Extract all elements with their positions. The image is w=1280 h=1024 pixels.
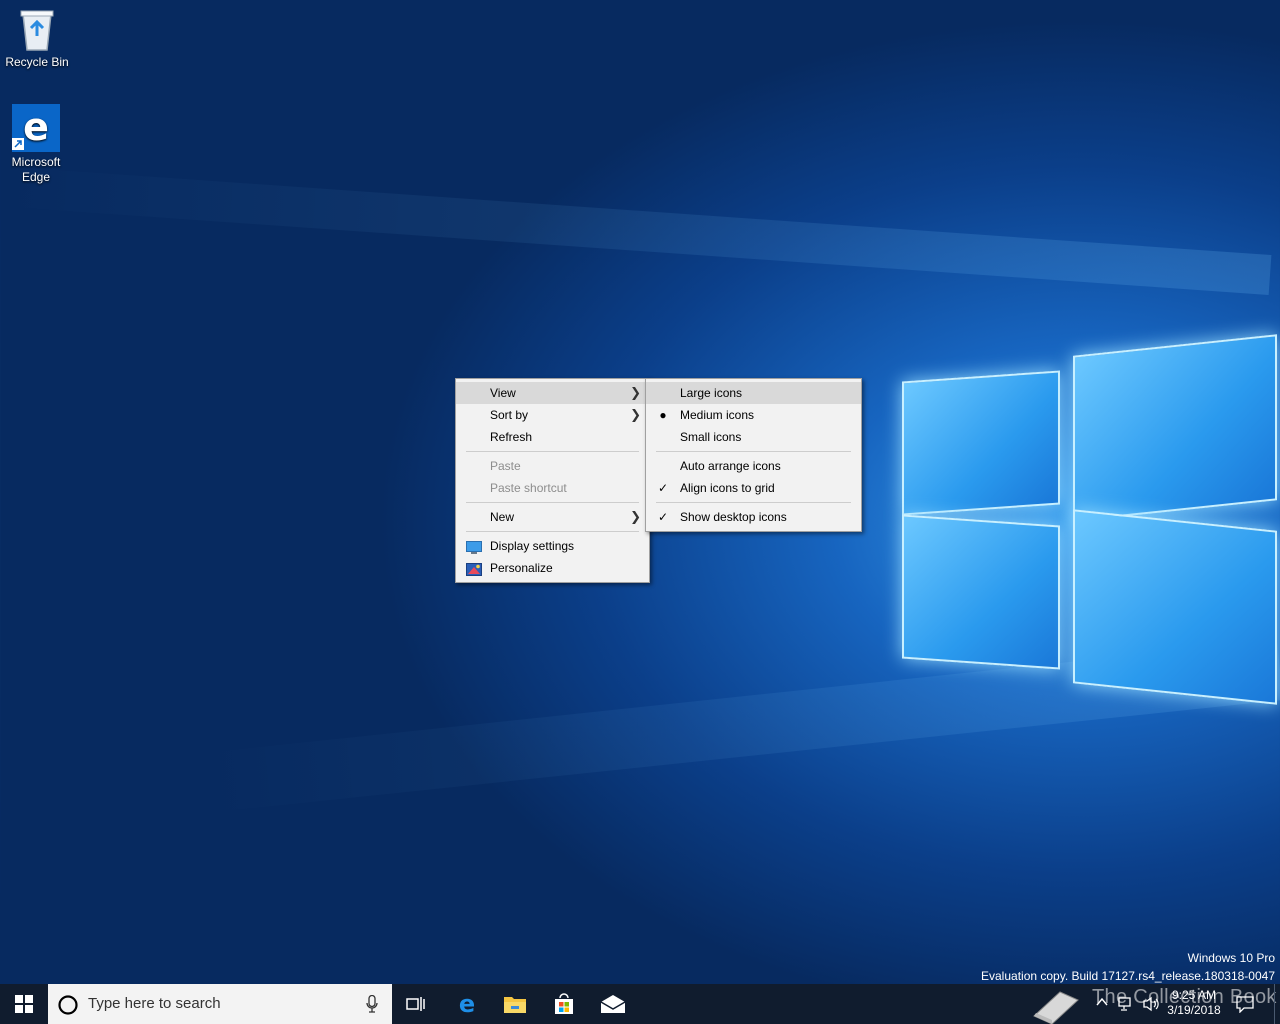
menu-item-label: New [490,510,515,524]
svg-text:e: e [23,105,49,149]
menu-item-refresh[interactable]: Refresh [456,426,649,448]
taskbar-clock[interactable]: 9:25 AM 3/19/2018 [1166,988,1222,1018]
logo-pane [902,370,1060,516]
task-view-icon [406,997,425,1011]
taskbar-search-box[interactable]: Type here to search [48,984,392,1024]
clock-time: 9:25 AM [1171,988,1217,1002]
store-icon [555,993,573,1014]
chevron-right-icon: ❯ [630,385,641,400]
windows-start-icon [15,995,33,1013]
system-tray: The Collection Book 9:25 AM 3/19/2018 [1030,984,1280,1024]
display-icon [466,539,482,554]
menu-item-label: Large icons [680,386,743,400]
windows-watermark: Windows 10 Pro Evaluation copy. Build 17… [981,949,1275,985]
menu-item-large-icons[interactable]: Large icons [646,382,861,404]
book-overlay-icon [1033,991,1079,1024]
personalize-icon [466,561,482,576]
taskbar: Type here to search e The Collection Boo… [0,984,1280,1024]
logo-pane [902,514,1060,670]
menu-item-label: Align icons to grid [680,481,775,495]
checkmark-icon: ✓ [657,481,669,495]
menu-item-label: Medium icons [680,408,755,422]
menu-separator [466,502,639,503]
menu-item-paste: Paste [456,455,649,477]
start-button[interactable] [0,984,48,1024]
menu-separator [656,451,851,452]
menu-item-label: Paste [490,459,521,473]
menu-item-label: Show desktop icons [680,510,787,524]
edge-icon: e [12,104,60,152]
menu-item-align-icons-to-grid[interactable]: ✓ Align icons to grid [646,477,861,499]
chevron-right-icon: ❯ [630,407,641,422]
taskbar-store-button[interactable] [540,984,588,1024]
menu-item-label: Small icons [680,430,742,444]
menu-item-new[interactable]: New ❯ [456,506,649,528]
task-view-button[interactable] [392,984,440,1024]
menu-separator [656,502,851,503]
menu-item-label: Refresh [490,430,533,444]
chevron-right-icon: ❯ [630,509,641,524]
mail-icon [600,995,626,1013]
taskbar-file-explorer-button[interactable] [491,984,539,1024]
edge-icon: e [459,992,475,1016]
checkmark-icon: ✓ [657,510,669,524]
recycle-bin-label: Recycle Bin [5,55,69,69]
svg-text:e: e [459,992,475,1016]
menu-item-label: Sort by [490,408,529,422]
menu-separator [466,531,639,532]
edge-label: Microsoft Edge [11,155,61,184]
recycle-bin-icon [17,8,57,52]
logo-pane [1073,334,1277,522]
cortana-circle-icon [58,995,78,1015]
microphone-icon[interactable] [366,995,378,1013]
menu-item-paste-shortcut: Paste shortcut [456,477,649,499]
search-placeholder: Type here to search [88,995,221,1012]
menu-item-label: Display settings [490,539,575,553]
watermark-build: Evaluation copy. Build 17127.rs4_release… [981,969,1275,983]
menu-item-sort-by[interactable]: Sort by ❯ [456,404,649,426]
logo-pane [1073,509,1277,705]
menu-separator [466,451,639,452]
view-submenu: Large icons ● Medium icons Small icons A… [645,378,862,532]
menu-item-label: Paste shortcut [490,481,567,495]
show-desktop-button[interactable] [1274,984,1280,1024]
desktop-icon-recycle-bin[interactable]: Recycle Bin [1,8,73,70]
menu-item-small-icons[interactable]: Small icons [646,426,861,448]
menu-item-label: View [490,386,516,400]
watermark-edition: Windows 10 Pro [1187,951,1275,965]
menu-item-medium-icons[interactable]: ● Medium icons [646,404,861,426]
menu-item-auto-arrange-icons[interactable]: Auto arrange icons [646,455,861,477]
desktop-context-menu: View ❯ Sort by ❯ Refresh Paste Paste sho… [455,378,650,583]
menu-item-label: Personalize [490,561,553,575]
menu-item-display-settings[interactable]: Display settings [456,535,649,557]
taskbar-mail-button[interactable] [589,984,637,1024]
light-ray [1,166,1272,295]
menu-item-personalize[interactable]: Personalize [456,557,649,579]
taskbar-edge-button[interactable]: e [443,984,491,1024]
file-explorer-icon [504,997,526,1013]
radio-bullet-icon: ● [659,408,667,422]
clock-date: 3/19/2018 [1167,1003,1221,1017]
menu-item-label: Auto arrange icons [680,459,781,473]
action-center-icon[interactable] [1236,995,1254,1013]
menu-item-view[interactable]: View ❯ [456,382,649,404]
desktop-icon-microsoft-edge[interactable]: e Microsoft Edge [0,104,72,185]
menu-item-show-desktop-icons[interactable]: ✓ Show desktop icons [646,506,861,528]
